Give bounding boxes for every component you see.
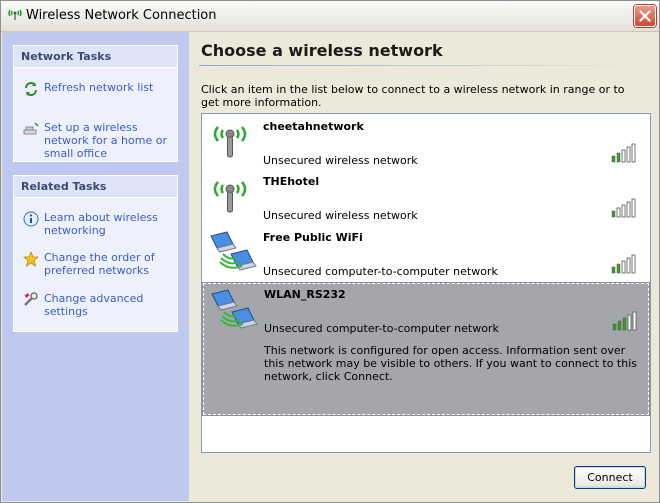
intro-text: Click an item in the list below to conne… [201,83,625,109]
network-row-thehotel[interactable]: THEhotel Unsecured wireless network [203,170,649,224]
connect-button[interactable]: Connect [574,466,646,489]
network-name: WLAN_RS232 [264,288,346,301]
network-row-free-public-wifi[interactable]: Free Public WiFi Unsecured computer-to-c… [203,226,649,280]
computer-to-computer-icon [211,289,258,329]
network-name: THEhotel [263,175,320,188]
wireless-network-connection-window: Wireless Network Connection Network Task… [0,0,660,503]
refresh-icon [25,82,37,96]
related-tasks-panel: Related Tasks Learn about wireless netwo… [13,175,178,332]
network-security-info: This network is configured for open acce… [264,344,638,383]
network-status: Unsecured wireless network [263,154,418,167]
network-list[interactable]: cheetahnetwork Unsecured wireless networ… [201,113,651,453]
close-icon [639,10,651,22]
network-name: Free Public WiFi [263,231,363,244]
title-separator [199,65,651,66]
related-tasks-heading: Related Tasks [14,176,177,198]
network-row-wlan-rs232[interactable]: WLAN_RS232 Unsecured computer-to-compute… [202,282,650,416]
info-icon [23,211,39,227]
signal-strength-icon [612,311,637,331]
star-icon [23,251,39,267]
access-point-icon [213,126,247,158]
wireless-network-icon [8,9,22,20]
computer-to-computer-icon [210,231,257,271]
signal-strength-icon [611,254,636,274]
change-network-order-link[interactable]: Change the order of preferred networks [44,251,174,277]
network-name: cheetahnetwork [263,120,364,133]
network-row-cheetahnetwork[interactable]: cheetahnetwork Unsecured wireless networ… [203,115,649,169]
network-status: Unsecured computer-to-computer network [263,265,498,278]
tools-icon [24,292,38,306]
network-status: Unsecured wireless network [263,209,418,222]
network-tasks-heading: Network Tasks [14,46,177,68]
signal-strength-icon [611,198,636,218]
signal-strength-icon [611,143,636,163]
setup-wizard-icon [23,122,39,135]
window-title: Wireless Network Connection [26,8,217,23]
page-title: Choose a wireless network [201,41,443,60]
change-advanced-settings-link[interactable]: Change advanced settings [44,292,174,318]
network-tasks-panel: Network Tasks Refresh network list Set u… [13,45,178,162]
learn-wireless-networking-link[interactable]: Learn about wireless networking [44,211,174,237]
access-point-icon [213,181,247,213]
network-status: Unsecured computer-to-computer network [264,322,499,335]
close-button[interactable] [634,5,656,27]
setup-wireless-network-link[interactable]: Set up a wireless network for a home or … [44,121,174,160]
refresh-network-list-link[interactable]: Refresh network list [44,81,174,94]
title-bar[interactable]: Wireless Network Connection [1,1,659,32]
